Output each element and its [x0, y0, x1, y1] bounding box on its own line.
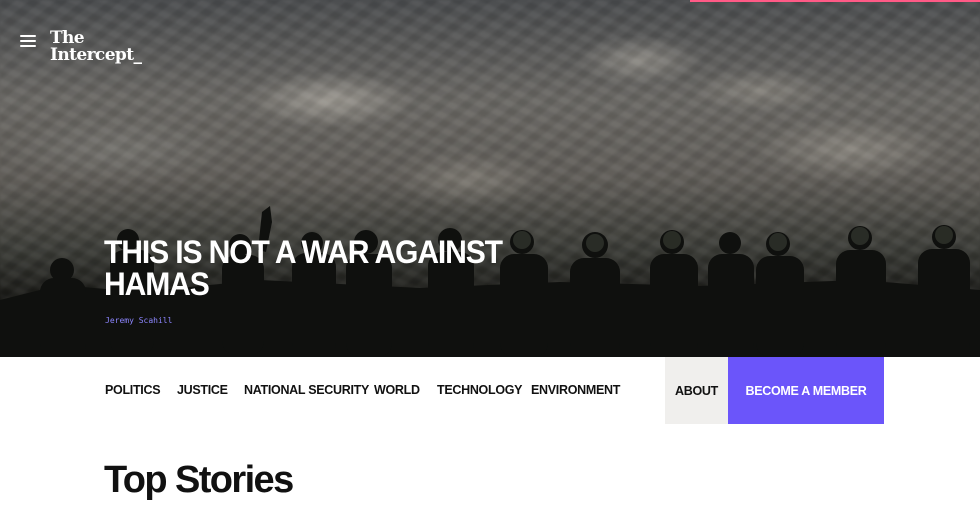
main-navigation: POLITICS JUSTICE NATIONAL SECURITY WORLD…: [0, 357, 980, 424]
become-member-button[interactable]: BECOME A MEMBER: [728, 357, 884, 424]
logo-line-2: Intercept_: [50, 45, 142, 65]
nav-item-justice[interactable]: JUSTICE: [177, 383, 228, 397]
hero-image-soldiers: [0, 206, 980, 357]
nav-item-politics[interactable]: POLITICS: [105, 383, 161, 397]
site-logo[interactable]: The Intercept_: [50, 30, 142, 65]
hamburger-menu-icon[interactable]: [20, 35, 36, 47]
section-title-top-stories: Top Stories: [104, 459, 294, 501]
nav-item-environment[interactable]: ENVIRONMENT: [531, 383, 620, 397]
top-accent-bar: [690, 0, 980, 2]
nav-item-technology[interactable]: TECHNOLOGY: [437, 383, 523, 397]
nav-item-world[interactable]: WORLD: [374, 383, 420, 397]
hero-author-link[interactable]: Jeremy Scahill: [105, 316, 172, 325]
hero-headline[interactable]: THIS IS NOT A WAR AGAINST HAMAS: [104, 236, 508, 300]
about-link[interactable]: ABOUT: [665, 357, 728, 424]
hero-banner[interactable]: The Intercept_ THIS IS NOT A WAR AGAINST…: [0, 0, 980, 357]
nav-item-national-security[interactable]: NATIONAL SECURITY: [244, 383, 369, 397]
